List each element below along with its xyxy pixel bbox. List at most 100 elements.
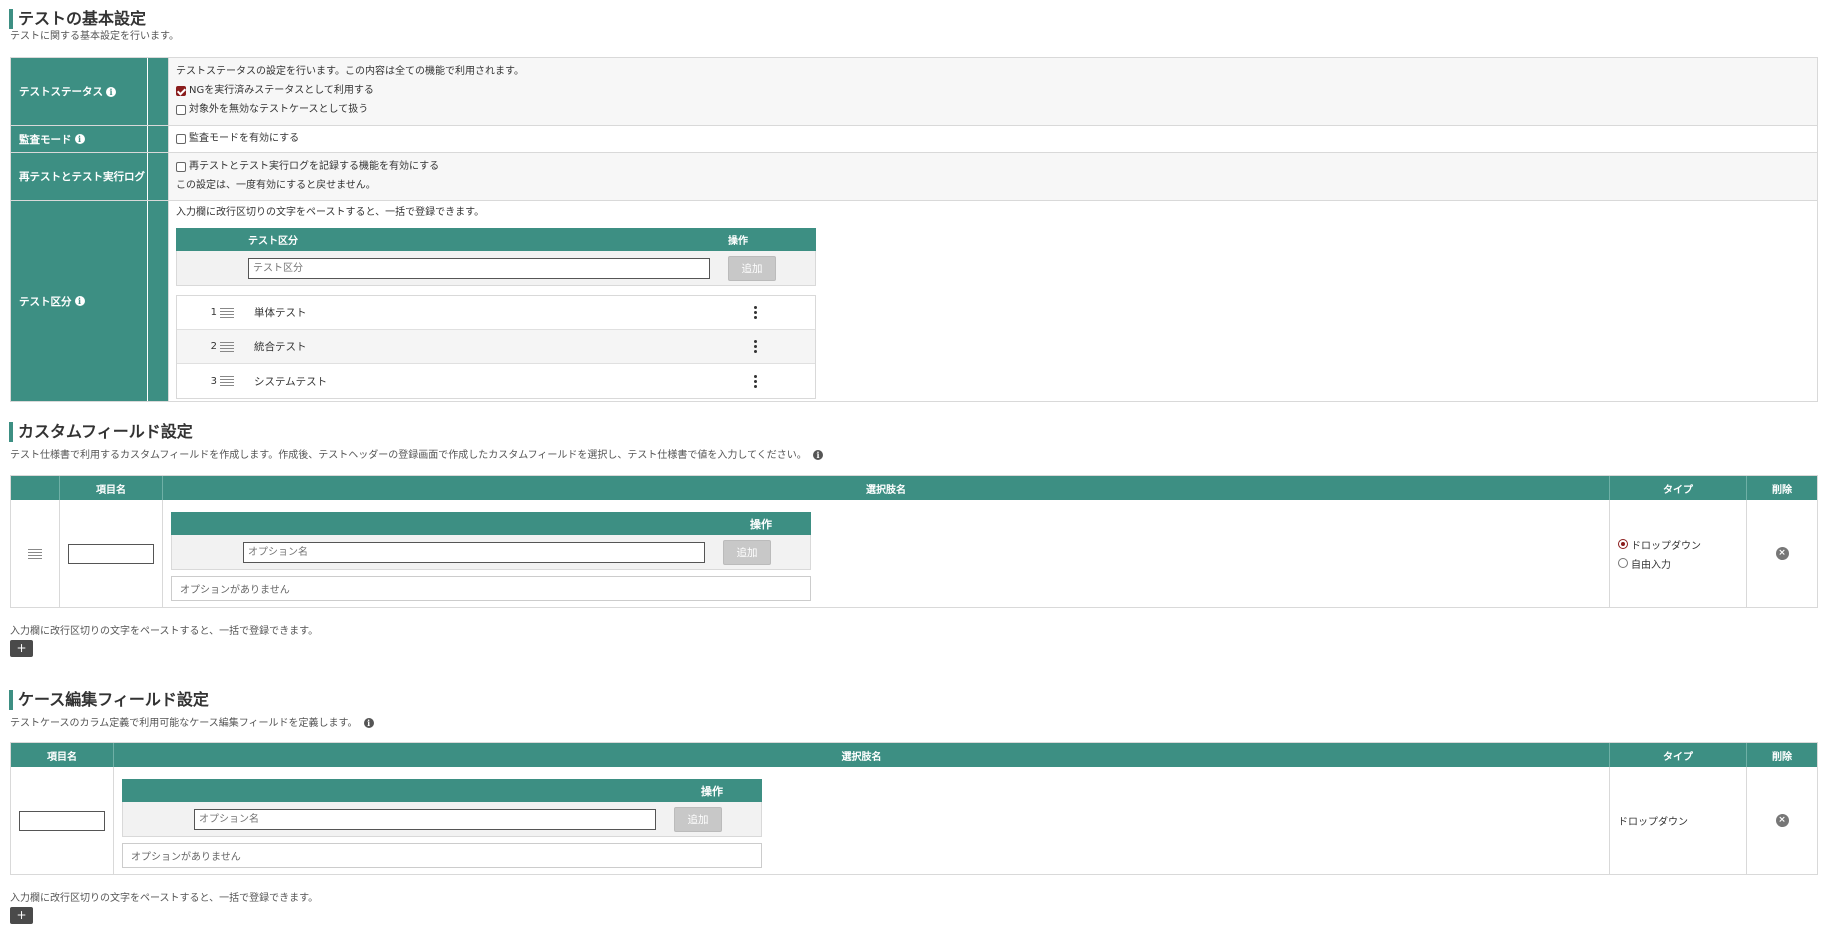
excluded-checkbox-label[interactable]: 対象外を無効なテストケースとして扱う <box>189 100 368 119</box>
case-field-title: ケース編集フィールド設定 <box>9 690 209 710</box>
audit-label: 監査モード <box>19 133 72 146</box>
ng-checkbox-label[interactable]: NGを実行済みステータスとして利用する <box>189 81 374 100</box>
add-case-field-button[interactable]: + <box>10 907 33 924</box>
delete-icon[interactable]: × <box>1775 814 1789 827</box>
delete-cell: × <box>1747 500 1817 607</box>
delete-cell: × <box>1747 767 1817 874</box>
custom-field-header: 項目名 選択肢名 タイプ 削除 <box>11 476 1817 500</box>
col-item-name: 項目名 <box>11 743 114 767</box>
retest-label: 再テストとテスト実行ログ <box>19 171 145 183</box>
free-input-radio-label[interactable]: 自由入力 <box>1631 556 1671 571</box>
type-free-option[interactable]: 自由入力 <box>1618 554 1671 573</box>
category-cell: 入力欄に改行区切りの文字をペーストすると、一括で登録できます。 テスト区分 操作… <box>169 201 1817 401</box>
status-option-excluded[interactable]: 対象外を無効なテストケースとして扱う <box>176 100 1810 119</box>
list-item: 1 単体テスト <box>177 296 815 330</box>
category-input-row: 追加 <box>176 251 816 286</box>
custom-field-desc-text: テスト仕様書で利用するカスタムフィールドを作成します。作成後、テストヘッダーの登… <box>10 450 807 461</box>
audit-checkbox-label[interactable]: 監査モードを有効にする <box>189 129 299 148</box>
option-input[interactable] <box>194 808 656 830</box>
category-row: テスト区分 i 入力欄に改行区切りの文字をペーストすると、一括で登録できます。 … <box>11 201 1817 401</box>
category-input-header: テスト区分 操作 <box>176 228 816 251</box>
ng-checkbox[interactable] <box>176 85 186 96</box>
retest-checkbox[interactable] <box>176 161 186 172</box>
option-input-header: 操作 <box>122 779 762 802</box>
status-label: テストステータス <box>19 86 103 98</box>
info-icon[interactable]: i <box>74 296 85 306</box>
audit-option[interactable]: 監査モードを有効にする <box>176 129 1810 148</box>
dropdown-radio-label[interactable]: ドロップダウン <box>1631 537 1701 552</box>
choice-cell: 操作 追加 オプションがありません <box>163 500 1610 607</box>
retest-option[interactable]: 再テストとテスト実行ログを記録する機能を有効にする <box>176 157 1810 176</box>
item-name-input[interactable] <box>19 810 105 831</box>
audit-cell: 監査モードを有効にする <box>169 126 1817 152</box>
item-name: 単体テスト <box>254 307 307 319</box>
status-option-ng[interactable]: NGを実行済みステータスとして利用する <box>176 81 1810 100</box>
info-icon[interactable]: i <box>74 134 85 144</box>
custom-field-desc: テスト仕様書で利用するカスタムフィールドを作成します。作成後、テストヘッダーの登… <box>10 449 823 463</box>
col-choice-name: 選択肢名 <box>114 743 1610 767</box>
case-paste-note: 入力欄に改行区切りの文字をペーストすると、一括で登録できます。 <box>10 893 319 904</box>
case-field-desc-text: テストケースのカラム定義で利用可能なケース編集フィールドを定義します。 <box>10 718 358 729</box>
case-field-table: 項目名 選択肢名 タイプ 削除 操作 追加 <box>10 742 1818 875</box>
option-add-button[interactable]: 追加 <box>723 539 771 565</box>
item-number: 2 <box>210 341 217 352</box>
info-icon[interactable]: i <box>363 718 374 728</box>
col-delete: 削除 <box>1772 751 1792 763</box>
category-input-table: テスト区分 操作 追加 <box>176 228 816 286</box>
retest-header: 再テストとテスト実行ログ <box>11 153 148 200</box>
col-choice-name: 選択肢名 <box>163 476 1610 500</box>
retest-cell: 再テストとテスト実行ログを記録する機能を有効にする この設定は、一度有効にすると… <box>169 153 1817 200</box>
kebab-menu-icon[interactable] <box>749 374 761 388</box>
col-delete: 削除 <box>1772 484 1792 496</box>
drag-handle-icon[interactable] <box>220 341 234 352</box>
status-row: テストステータス i テストステータスの設定を行います。この内容は全ての機能で利… <box>11 58 1817 126</box>
add-custom-field-button[interactable]: + <box>10 640 33 657</box>
custom-field-table: 項目名 選択肢名 タイプ 削除 操作 オプション名 追加 オプションがありません… <box>10 475 1818 608</box>
category-col-name: テスト区分 <box>248 236 298 247</box>
basic-settings-desc: テストに関する基本設定を行います。 <box>10 31 179 42</box>
info-icon[interactable]: i <box>813 450 823 460</box>
type-cell: ドロップダウン 自由入力 <box>1610 500 1747 607</box>
basic-settings-title: テストの基本設定 <box>9 9 146 29</box>
category-input[interactable] <box>248 257 710 279</box>
category-add-button[interactable]: 追加 <box>728 255 776 281</box>
row-spacer <box>148 126 169 152</box>
category-header: テスト区分 i <box>11 201 148 401</box>
item-name-input[interactable] <box>68 543 154 564</box>
status-cell: テストステータスの設定を行います。この内容は全ての機能で利用されます。 NGを実… <box>169 58 1817 125</box>
custom-field-title: カスタムフィールド設定 <box>9 422 193 442</box>
option-input-header: 操作 <box>171 512 811 535</box>
drag-handle-icon[interactable] <box>220 307 234 318</box>
settings-page: テストの基本設定 テストに関する基本設定を行います。 テストステータス i テス… <box>0 0 1828 936</box>
options-empty-message: オプションがありません <box>122 843 762 868</box>
type-cell: ドロップダウン <box>1610 767 1747 874</box>
retest-checkbox-label[interactable]: 再テストとテスト実行ログを記録する機能を有効にする <box>189 157 439 176</box>
basic-settings-table: テストステータス i テストステータスの設定を行います。この内容は全ての機能で利… <box>10 57 1818 402</box>
retest-row: 再テストとテスト実行ログ 再テストとテスト実行ログを記録する機能を有効にする こ… <box>11 153 1817 201</box>
item-number: 3 <box>210 375 217 387</box>
row-spacer <box>148 201 169 401</box>
category-label: テスト区分 <box>19 295 72 308</box>
item-name-cell <box>60 500 163 607</box>
item-name: システムテスト <box>254 375 328 388</box>
drag-handle-icon[interactable] <box>220 376 234 386</box>
status-desc: テストステータスの設定を行います。この内容は全ての機能で利用されます。 <box>176 66 524 77</box>
drag-handle-icon[interactable] <box>28 548 42 559</box>
info-icon[interactable]: i <box>106 86 116 97</box>
item-name-cell <box>11 767 114 874</box>
excluded-checkbox[interactable] <box>176 104 186 115</box>
delete-icon[interactable]: × <box>1775 547 1789 560</box>
kebab-menu-icon[interactable] <box>749 306 761 319</box>
dropdown-radio[interactable] <box>1618 539 1628 549</box>
row-handle-cell <box>11 500 60 607</box>
option-add-button[interactable]: 追加 <box>674 806 722 832</box>
type-value: ドロップダウン <box>1618 817 1688 828</box>
free-input-radio[interactable] <box>1618 558 1628 568</box>
type-dropdown-option[interactable]: ドロップダウン <box>1618 535 1701 554</box>
choice-cell: 操作 追加 オプションがありません <box>114 767 1610 874</box>
audit-checkbox[interactable] <box>176 133 186 144</box>
case-field-header: 項目名 選択肢名 タイプ 削除 <box>11 743 1817 767</box>
kebab-menu-icon[interactable] <box>749 340 761 353</box>
item-number: 1 <box>210 307 217 318</box>
option-input[interactable] <box>243 541 705 563</box>
